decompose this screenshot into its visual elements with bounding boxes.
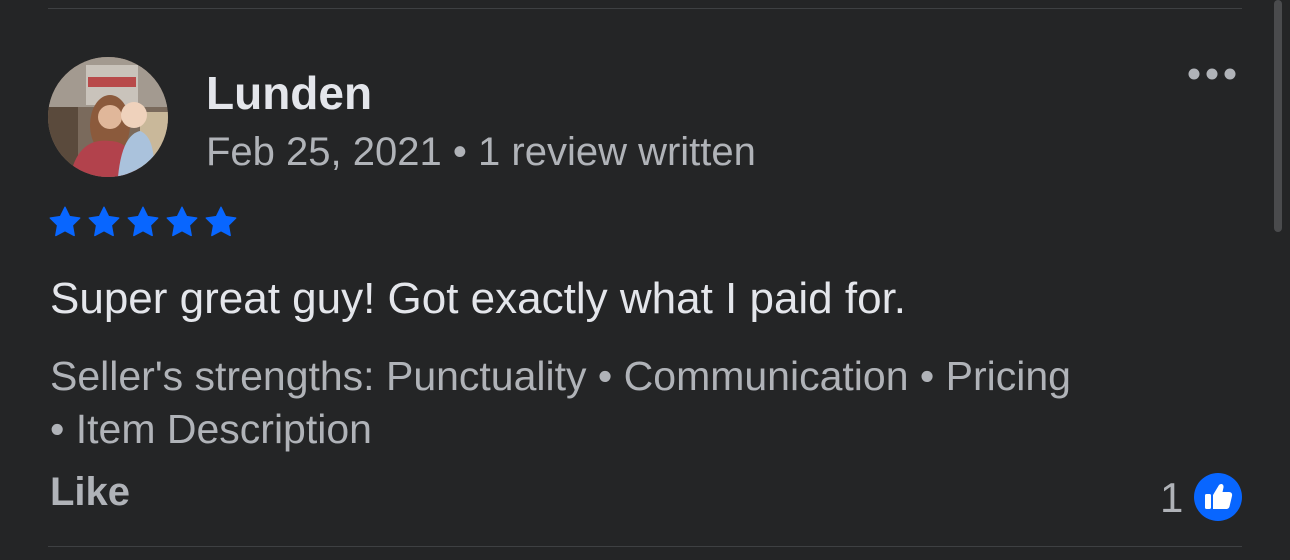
bottom-divider [48,546,1242,547]
star-icon [48,205,82,239]
meta-separator: • [452,130,467,174]
star-rating [48,205,238,239]
reviews-written-count: 1 review written [478,130,756,174]
like-button[interactable]: Like [50,470,130,515]
seller-strengths: Seller's strengths: Punctuality • Commun… [50,350,1250,456]
review-date: Feb 25, 2021 [206,130,442,174]
avatar[interactable] [48,57,168,177]
more-options-button[interactable] [1186,64,1238,84]
thumbs-up-icon[interactable] [1194,473,1242,521]
star-icon [87,205,121,239]
seller-strengths-line: • Item Description [50,406,372,452]
reviewer-name[interactable]: Lunden [206,66,372,120]
star-icon [204,205,238,239]
like-count[interactable]: 1 [1160,474,1183,522]
seller-strengths-line: Seller's strengths: Punctuality • Commun… [50,353,1071,399]
more-horizontal-icon [1188,68,1236,80]
star-icon [165,205,199,239]
top-divider [48,8,1242,9]
star-icon [126,205,160,239]
avatar-photo [48,57,168,177]
scrollbar[interactable] [1274,0,1282,232]
review-text: Super great guy! Got exactly what I paid… [50,274,907,323]
review-meta: Feb 25, 2021 • 1 review written [206,130,756,175]
